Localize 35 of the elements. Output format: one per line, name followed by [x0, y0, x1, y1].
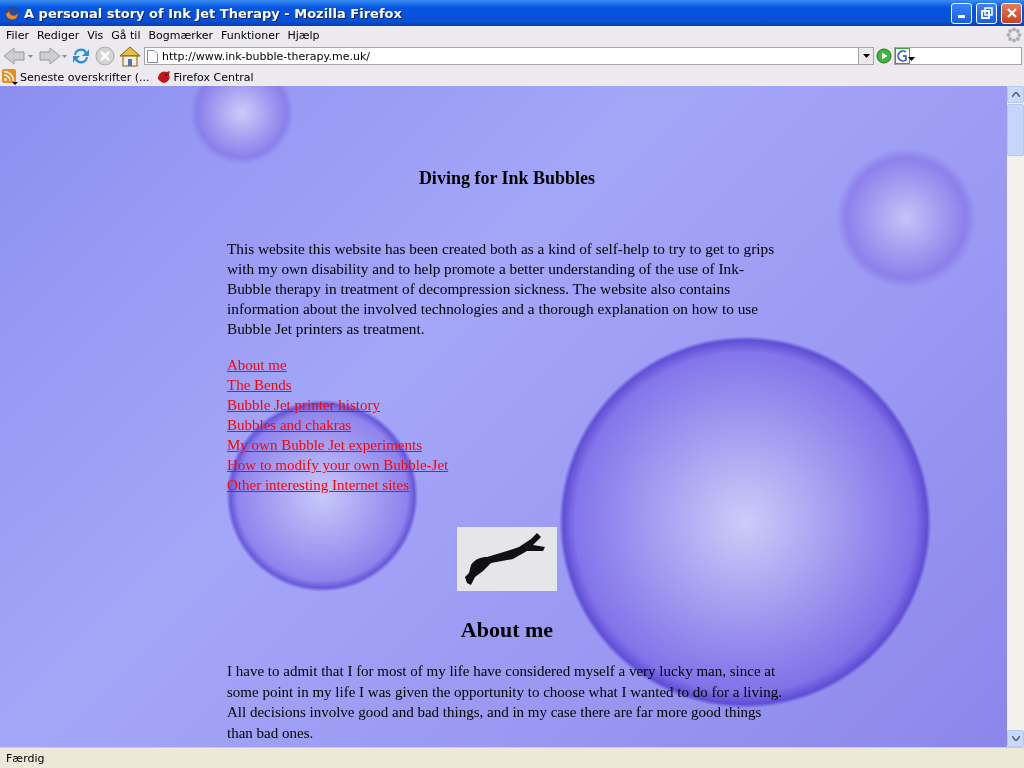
bookmark-link[interactable]: Seneste overskrifter (...: [20, 70, 150, 84]
browser-logo-icon: [4, 5, 20, 21]
dropdown-caret-icon[interactable]: [862, 54, 870, 58]
search-engine-icon[interactable]: [895, 48, 915, 64]
window-title: A personal story of Ink Jet Therapy - Mozilla Firefox: [24, 5, 403, 21]
menu-item[interactable]: Vis: [83, 28, 108, 42]
menu-item[interactable]: Bogmærker: [144, 28, 217, 42]
close-icon[interactable]: [1005, 7, 1018, 19]
search-field[interactable]: [894, 47, 1022, 65]
minimize-button[interactable]: [951, 2, 972, 24]
rss-feed-icon: [2, 69, 18, 85]
scroll-down-icon[interactable]: [1011, 736, 1020, 741]
section-paragraph: I have to admit that I for most of my life have considered myself a very lucky man, since at some point in my life I was given the opportunity to choose what I wanted to do for a living. All decisions involve good and bad things, and in my case there are far more good things than bad ones.: [227, 662, 783, 743]
restore-icon[interactable]: [980, 7, 993, 19]
creature-icon: [155, 69, 172, 85]
bookmark-link[interactable]: Firefox Central: [173, 70, 254, 84]
scroll-up-icon[interactable]: [1011, 92, 1020, 97]
page-icon: [147, 49, 158, 63]
section-heading: About me: [459, 617, 555, 643]
restore-button[interactable]: [976, 2, 997, 24]
scrollbar[interactable]: [1007, 86, 1024, 747]
menu-item[interactable]: Hjælp: [283, 28, 324, 42]
menu-item[interactable]: Filer: [2, 28, 33, 42]
throbber-icon: [1006, 27, 1022, 43]
menu-item[interactable]: Gå til: [107, 28, 145, 42]
menu-item[interactable]: Rediger: [32, 28, 84, 42]
go-icon[interactable]: [876, 48, 892, 64]
menu-item[interactable]: Funktioner: [217, 28, 284, 42]
home-icon[interactable]: [118, 45, 142, 67]
status-text: Færdig: [6, 751, 45, 765]
page-title: Diving for Ink Bubbles: [417, 168, 597, 189]
scroll-thumb[interactable]: [1007, 104, 1024, 156]
intro-paragraph: This website this website has been created both as a kind of self-help to try to get to grips with my own disability and to help promote a better understanding of the use of Ink-Bubble therapy in treatment of decompression sickness. The website also contains information about the involved technologies and a thorough explanation on how to use Bubble Jet printers as treatment.: [227, 239, 776, 339]
address-field[interactable]: http://www.ink-bubble-therapy.me.uk/: [144, 47, 874, 65]
close-button[interactable]: [1001, 2, 1022, 24]
